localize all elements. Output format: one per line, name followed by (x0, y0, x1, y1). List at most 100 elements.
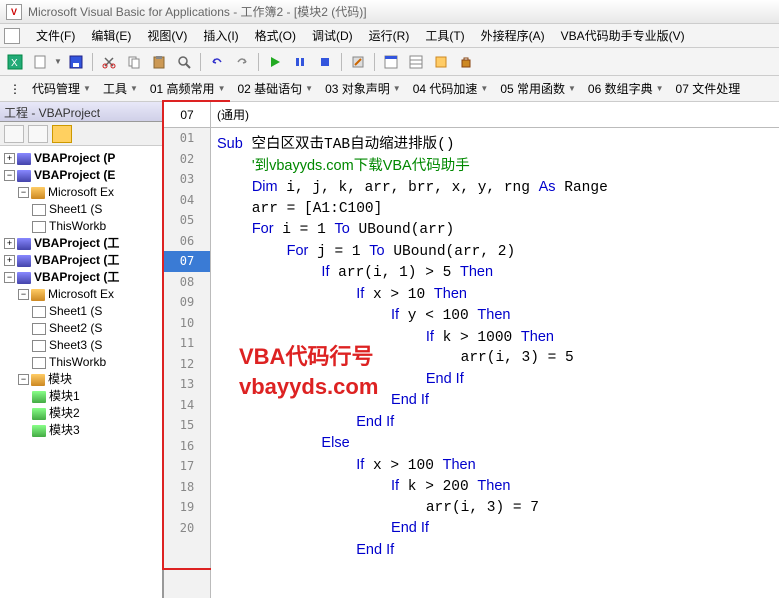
cut-icon[interactable] (98, 51, 120, 73)
undo-icon[interactable] (206, 51, 228, 73)
tree-node[interactable]: Sheet1 (S (49, 201, 102, 218)
tree-node[interactable]: Sheet3 (S (49, 337, 102, 354)
save-icon[interactable] (65, 51, 87, 73)
code-editor[interactable]: (通用) Sub 空白区双击TAB自动缩进排版() '到vbayyds.com下… (211, 102, 779, 598)
line-number[interactable]: 03 (164, 169, 210, 190)
tb-code-mgmt[interactable]: 代码管理▼ (26, 78, 97, 99)
line-number[interactable]: 17 (164, 456, 210, 477)
design-icon[interactable] (347, 51, 369, 73)
excel-icon[interactable]: X (4, 51, 26, 73)
code-scope-dropdown[interactable]: (通用) (211, 102, 779, 128)
tree-node[interactable]: VBAProject (工 (34, 269, 119, 286)
collapse-icon[interactable]: − (18, 187, 29, 198)
tree-node[interactable]: Microsoft Ex (48, 286, 114, 303)
project-icon (17, 272, 31, 284)
project-explorer-title: 工程 - VBAProject (0, 102, 162, 122)
collapse-icon[interactable]: − (4, 272, 15, 283)
line-number[interactable]: 14 (164, 395, 210, 416)
grip-icon[interactable]: ⋮ (4, 78, 26, 100)
line-number[interactable]: 09 (164, 292, 210, 313)
workbook-icon (32, 357, 46, 369)
tree-node[interactable]: 模块2 (49, 405, 80, 422)
expand-icon[interactable]: + (4, 238, 15, 249)
menu-addins[interactable]: 外接程序(A) (473, 25, 553, 46)
tb-03[interactable]: 03 对象声明▼ (319, 78, 407, 99)
tb-02[interactable]: 02 基础语句▼ (231, 78, 319, 99)
tree-node[interactable]: VBAProject (P (34, 150, 115, 167)
tb-01[interactable]: 01 高频常用▼ (144, 78, 232, 99)
line-number[interactable]: 04 (164, 190, 210, 211)
new-icon[interactable] (29, 51, 51, 73)
menu-tools[interactable]: 工具(T) (417, 25, 472, 46)
window-title: Microsoft Visual Basic for Applications … (28, 3, 367, 20)
properties-icon[interactable] (405, 51, 427, 73)
line-number[interactable]: 19 (164, 497, 210, 518)
toggle-folders-icon[interactable] (52, 125, 72, 143)
menu-edit[interactable]: 编辑(E) (83, 25, 139, 46)
module-icon (32, 391, 46, 403)
tree-node[interactable]: 模块 (48, 371, 72, 388)
collapse-icon[interactable]: − (18, 289, 29, 300)
menu-format[interactable]: 格式(O) (247, 25, 304, 46)
line-number[interactable]: 10 (164, 313, 210, 334)
tree-node[interactable]: Sheet1 (S (49, 303, 102, 320)
tb-tools[interactable]: 工具▼ (97, 78, 144, 99)
line-number[interactable]: 13 (164, 374, 210, 395)
line-number[interactable]: 16 (164, 436, 210, 457)
tree-node[interactable]: VBAProject (工 (34, 235, 119, 252)
find-icon[interactable] (173, 51, 195, 73)
code-body[interactable]: Sub 空白区双击TAB自动缩进排版() '到vbayyds.com下载VBA代… (211, 128, 779, 561)
line-number[interactable]: 06 (164, 231, 210, 252)
line-number[interactable]: 12 (164, 354, 210, 375)
tree-node[interactable]: Microsoft Ex (48, 184, 114, 201)
line-number[interactable]: 15 (164, 415, 210, 436)
break-icon[interactable] (289, 51, 311, 73)
dropdown-icon[interactable]: ▼ (54, 57, 62, 66)
tb-07[interactable]: 07 文件处理 (670, 78, 747, 99)
line-number[interactable]: 07 (164, 251, 210, 272)
line-number[interactable]: 11 (164, 333, 210, 354)
sheet-icon (32, 340, 46, 352)
tree-node[interactable]: 模块3 (49, 422, 80, 439)
tb-05[interactable]: 05 常用函数▼ (494, 78, 582, 99)
separator (92, 53, 93, 71)
run-icon[interactable] (264, 51, 286, 73)
menu-view[interactable]: 视图(V) (139, 25, 195, 46)
tree-node[interactable]: VBAProject (工 (34, 252, 119, 269)
expand-icon[interactable]: + (4, 153, 15, 164)
paste-icon[interactable] (148, 51, 170, 73)
reset-icon[interactable] (314, 51, 336, 73)
menu-run[interactable]: 运行(R) (361, 25, 418, 46)
view-code-icon[interactable] (4, 125, 24, 143)
tb-04[interactable]: 04 代码加速▼ (407, 78, 495, 99)
menu-vba[interactable]: VBA代码助手专业版(V) (553, 25, 693, 46)
menu-debug[interactable]: 调试(D) (304, 25, 361, 46)
line-number[interactable]: 20 (164, 518, 210, 539)
line-number[interactable]: 18 (164, 477, 210, 498)
tb-06[interactable]: 06 数组字典▼ (582, 78, 670, 99)
line-number-gutter: 07 0102030405060708091011121314151617181… (163, 102, 211, 598)
view-object-icon[interactable] (28, 125, 48, 143)
line-number[interactable]: 05 (164, 210, 210, 231)
toolbox-icon[interactable] (455, 51, 477, 73)
menu-file[interactable]: 文件(F) (28, 25, 83, 46)
project-explorer-icon[interactable] (380, 51, 402, 73)
tree-node[interactable]: Sheet2 (S (49, 320, 102, 337)
line-number[interactable]: 08 (164, 272, 210, 293)
tree-node[interactable]: ThisWorkb (49, 354, 106, 371)
menu-insert[interactable]: 插入(I) (195, 25, 246, 46)
collapse-icon[interactable]: − (18, 374, 29, 385)
collapse-icon[interactable]: − (4, 170, 15, 181)
expand-icon[interactable]: + (4, 255, 15, 266)
line-number[interactable]: 02 (164, 149, 210, 170)
module-icon (32, 425, 46, 437)
tree-node[interactable]: ThisWorkb (49, 218, 106, 235)
project-tree[interactable]: +VBAProject (P −VBAProject (E −Microsoft… (0, 146, 162, 598)
redo-icon[interactable] (231, 51, 253, 73)
separator (374, 53, 375, 71)
copy-icon[interactable] (123, 51, 145, 73)
tree-node[interactable]: 模块1 (49, 388, 80, 405)
tree-node[interactable]: VBAProject (E (34, 167, 115, 184)
line-number[interactable]: 01 (164, 128, 210, 149)
object-browser-icon[interactable] (430, 51, 452, 73)
